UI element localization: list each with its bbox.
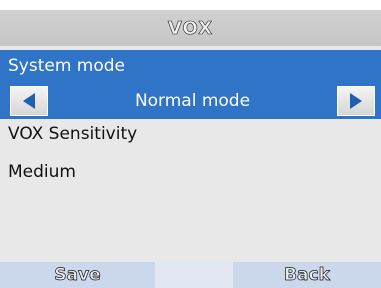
save-button[interactable]: Save bbox=[0, 262, 155, 288]
top-margin bbox=[0, 0, 381, 10]
page-title: VOX bbox=[0, 10, 381, 46]
arrow-left-glyph bbox=[23, 93, 35, 109]
vox-sensitivity-value[interactable]: Medium bbox=[8, 162, 76, 182]
softkey-bar: Save Back bbox=[0, 262, 381, 288]
vox-sensitivity-label[interactable]: VOX Sensitivity bbox=[8, 124, 137, 144]
arrow-right-glyph bbox=[350, 93, 362, 109]
system-mode-selector[interactable]: Normal mode bbox=[0, 83, 381, 119]
vox-settings-screen: VOX System mode Normal mode VOX Sensitiv… bbox=[0, 0, 381, 288]
back-button[interactable]: Back bbox=[233, 262, 381, 288]
arrow-left-icon[interactable] bbox=[10, 86, 48, 116]
arrow-right-icon[interactable] bbox=[337, 86, 375, 116]
system-mode-value: Normal mode bbox=[134, 91, 251, 111]
system-mode-label[interactable]: System mode bbox=[0, 50, 381, 83]
softkey-center bbox=[155, 262, 233, 288]
